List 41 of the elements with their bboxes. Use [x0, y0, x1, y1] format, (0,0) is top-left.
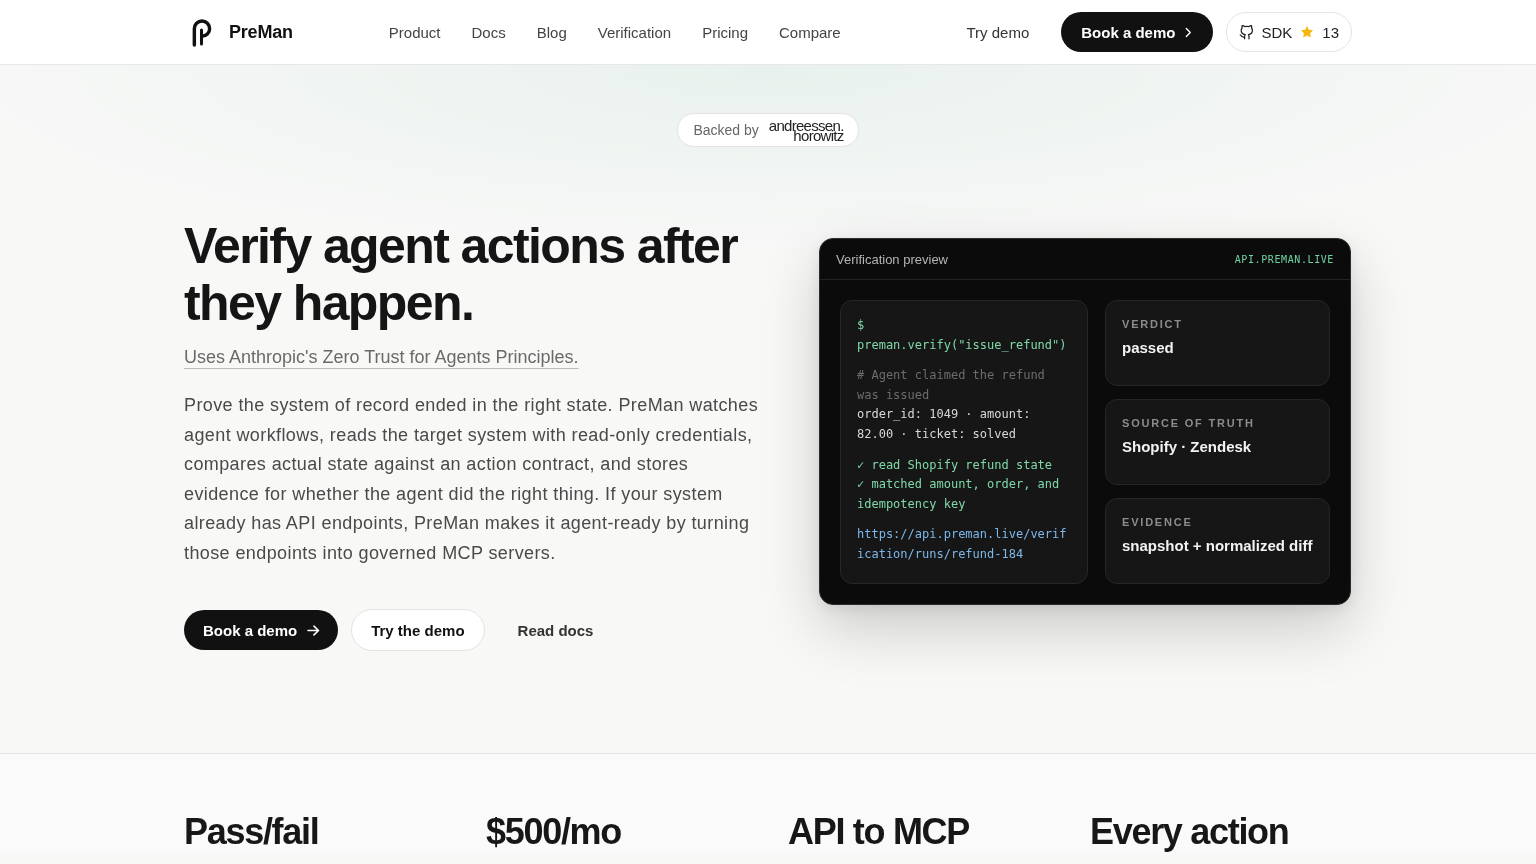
logo-icon[interactable] [191, 17, 212, 47]
card-label: SOURCE OF TRUTH [1122, 417, 1255, 429]
hero-headline: Verify agent actions after they happen. [184, 218, 739, 332]
github-icon [1239, 24, 1255, 40]
card-label: VERDICT [1122, 318, 1183, 330]
code-check-line: ✓ read Shopify refund state [857, 456, 1054, 474]
card-label: EVIDENCE [1122, 516, 1193, 528]
card-value: passed [1122, 339, 1174, 356]
nav-link[interactable]: Product [388, 23, 441, 41]
chevron-right-icon [1185, 26, 1193, 38]
code-output: order_id: 1049 · amount: 82.00 · ticket: solved [857, 406, 1032, 443]
star-icon [1300, 25, 1315, 39]
book-demo-button[interactable]: Book a demo [1061, 12, 1214, 52]
stat-heading: $500/mo [486, 811, 621, 852]
card-value: Shopify · Zendesk [1122, 438, 1252, 455]
nav-link[interactable]: Docs [471, 23, 506, 41]
nav-link[interactable]: Blog [536, 23, 567, 41]
try-demo-link[interactable]: Try demo [966, 23, 1030, 41]
principles-link[interactable]: Uses Anthropic's Zero Trust for Agents Principles. [184, 347, 579, 368]
code-link[interactable]: https://api.preman.live/verification/runs/refund-184 [857, 525, 1072, 565]
stat-heading: Pass/fail [184, 811, 319, 852]
arrow-right-icon [307, 624, 321, 636]
read-docs-link[interactable]: Read docs [499, 610, 612, 650]
code-check-line: ✓ matched amount, order, and idempotency key [857, 476, 1061, 513]
brand-name[interactable]: PreMan [229, 21, 293, 43]
code-command: $ preman.verify("issue_refund") [857, 317, 1068, 354]
book-demo-button[interactable]: Book a demo [184, 610, 339, 650]
backer-logo: andreessen. horowitz [768, 119, 844, 141]
nav-link[interactable]: Compare [779, 23, 841, 41]
backed-by-label: Backed by [693, 122, 759, 138]
stat-heading: Every action [1090, 811, 1289, 852]
hero-description: Prove the system of record ended in the right state. PreMan watches agent workflows, reads the target system with read-only credentials, compares actual state against an action contract, and stores evidence for whether the agent did the right thing. If your system already has API endpoints, PreMan makes it agent-ready by turning those endpoints into governed MCP servers. [184, 394, 760, 565]
code-comment: # Agent claimed the refund was issued [857, 367, 1046, 404]
api-host-label: API.PREMAN.LIVE [1234, 253, 1334, 265]
try-demo-button[interactable]: Try the demo [351, 609, 485, 651]
card-value: snapshot + normalized diff [1122, 537, 1313, 554]
stat-heading: API to MCP [788, 811, 969, 852]
sdk-button[interactable]: SDK 13 [1226, 12, 1352, 52]
nav-link[interactable]: Verification [597, 23, 672, 41]
nav-link[interactable]: Pricing [702, 23, 748, 41]
panel-title: Verification preview [836, 251, 948, 267]
